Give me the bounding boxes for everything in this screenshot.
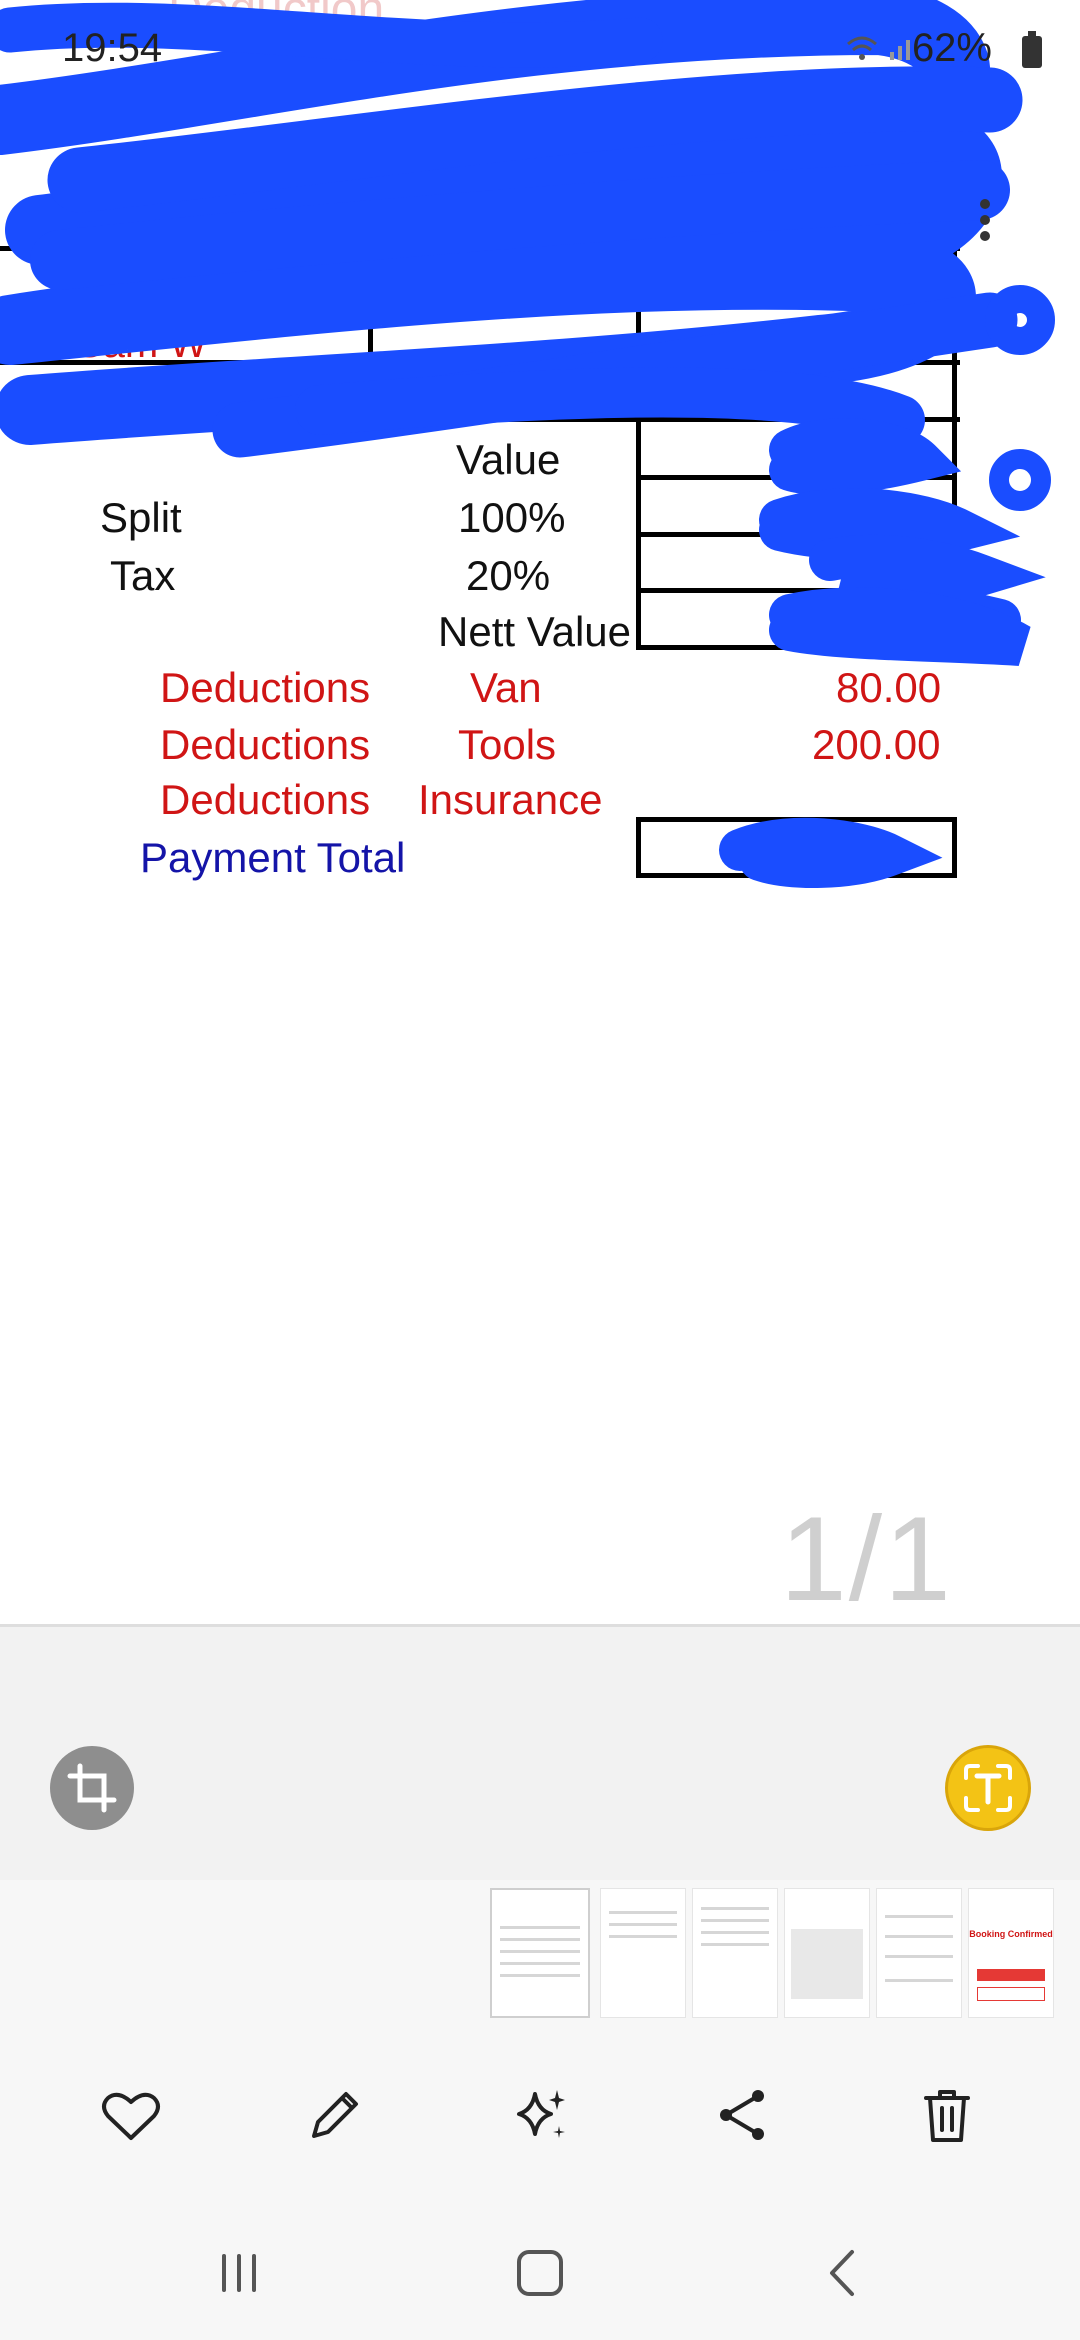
back-icon[interactable]: [808, 2238, 878, 2308]
table-line: [636, 645, 956, 650]
total-box-line: [636, 873, 956, 878]
total-box-line: [952, 817, 957, 878]
deduction-amount: 80.00: [836, 664, 942, 711]
deduction-item: Tools: [458, 721, 557, 768]
deduction-label: Deductions: [160, 776, 371, 823]
more-icon[interactable]: [966, 196, 1004, 244]
page-indicator: 1/1: [780, 1492, 953, 1620]
status-time: 19:54: [62, 26, 163, 70]
deduction-item: Van: [470, 664, 542, 711]
text-scan-button[interactable]: [945, 1745, 1031, 1831]
total-box-line: [636, 817, 956, 822]
pencil-icon[interactable]: [300, 2080, 370, 2150]
deduction-label: Deductions: [160, 664, 371, 711]
thumbnail-current[interactable]: [490, 1888, 590, 2018]
battery-percent: 62%: [911, 26, 992, 70]
table-line: [952, 210, 957, 650]
thumbnail[interactable]: [692, 1888, 778, 2018]
heart-icon[interactable]: [96, 2080, 166, 2150]
table-line: [0, 304, 960, 309]
thumbnail[interactable]: [876, 1888, 962, 2018]
table-line: [636, 588, 956, 593]
deduction-label: Deductions: [160, 721, 371, 768]
name-cell: Sam W: [76, 322, 208, 366]
tax-percent: 20%: [466, 552, 551, 599]
recents-icon[interactable]: [204, 2238, 274, 2308]
home-icon[interactable]: [505, 2238, 575, 2308]
split-label: Split: [100, 494, 182, 541]
table-line: [0, 417, 960, 422]
table-line: [636, 210, 641, 650]
crop-button[interactable]: [50, 1746, 134, 1830]
image-toolbar-area: [0, 1624, 1080, 1883]
wifi-icon: [847, 36, 877, 60]
text-scan-icon: [964, 1764, 1012, 1812]
deduction-amount: 200.00: [812, 721, 941, 768]
table-line: [636, 475, 956, 480]
booking-title: Booking Confirmed: [969, 1929, 1053, 1939]
table-line: [368, 210, 373, 422]
thumbnail-booking[interactable]: Booking Confirmed: [968, 1888, 1054, 2018]
crop-icon: [67, 1763, 117, 1813]
table-line: [636, 532, 956, 537]
thumbnail[interactable]: [784, 1888, 870, 2018]
trash-icon[interactable]: [912, 2080, 982, 2150]
thumbnail[interactable]: [600, 1888, 686, 2018]
tax-label: Tax: [110, 552, 176, 599]
payment-total-label: Payment Total: [140, 834, 406, 881]
share-icon[interactable]: [708, 2080, 778, 2150]
nett-value-label: Nett Value: [438, 608, 631, 655]
table-line: [0, 246, 960, 251]
faint-header-text: Deduction: [168, 0, 385, 36]
total-box-line: [636, 817, 641, 878]
battery-icon: [1022, 31, 1042, 68]
document-image[interactable]: Deduction Sam W Value Split 100% Tax 20%…: [0, 0, 1080, 1620]
split-percent: 100%: [458, 494, 566, 541]
value-label: Value: [456, 436, 561, 483]
deduction-item: Insurance: [418, 776, 603, 823]
sparkles-icon[interactable]: [505, 2080, 575, 2150]
